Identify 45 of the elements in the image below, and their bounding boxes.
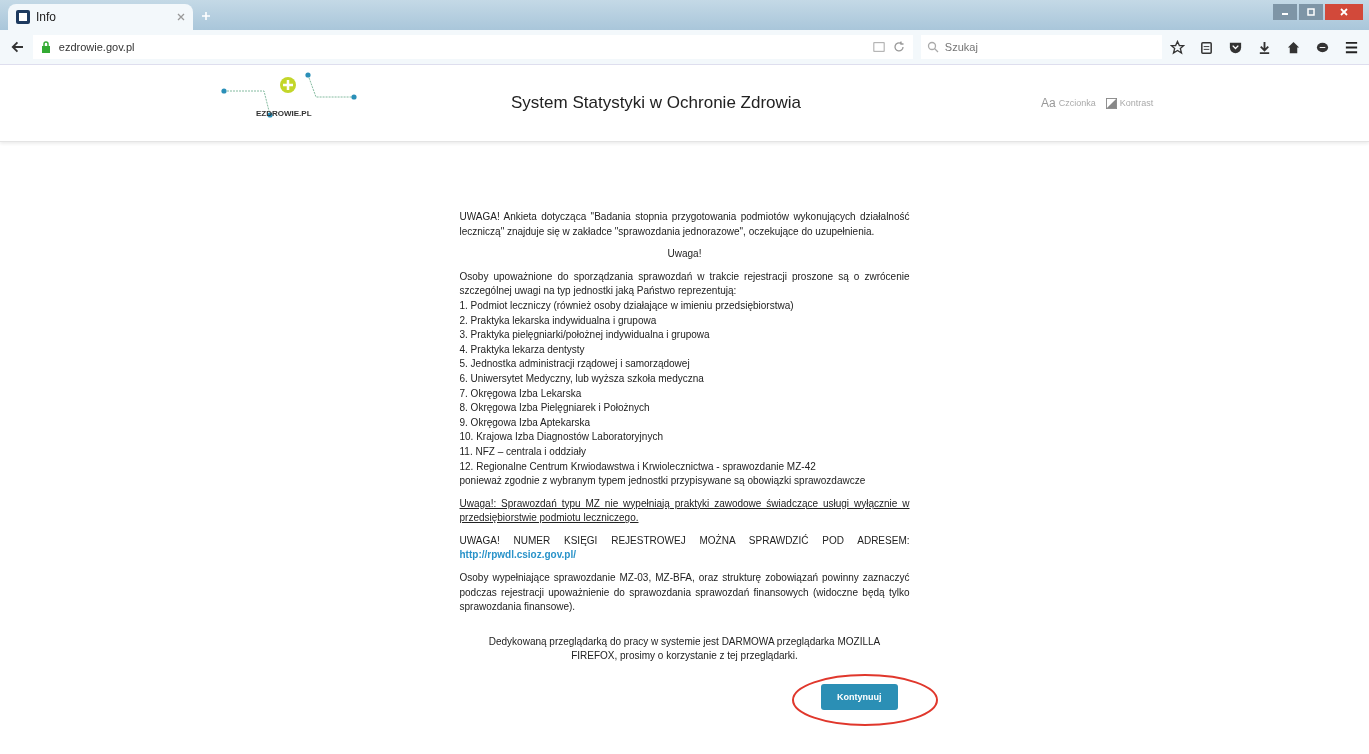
- mz-notice: Uwaga!: Sprawozdań typu MZ nie wypełniają praktyki zawodowe świadczące usługi wyłącznie w przedsiębiorstwie podmiotu leczniczego.: [459, 496, 910, 526]
- unit-type-item: 2. Praktyka lekarska indywidualna i grupowa: [459, 313, 658, 328]
- menu-icon[interactable]: [1344, 39, 1359, 55]
- register-link[interactable]: http://rpwdl.csioz.gov.pl/: [459, 549, 576, 561]
- instructions-text: Osoby upoważnione do sporządzania sprawozdań w trakcie rejestracji proszone są o zwrócenie szczególnej uwagi na typ jednostki jaką Państwo reprezentują:: [459, 269, 910, 299]
- back-arrow-icon[interactable]: [10, 39, 25, 55]
- font-size-link[interactable]: Aa Czcionka: [1041, 96, 1096, 110]
- search-icon: [926, 41, 939, 53]
- clipboard-icon[interactable]: [1199, 39, 1214, 55]
- minimize-icon[interactable]: [1273, 4, 1297, 20]
- instructions-text: ponieważ zgodnie z wybranym typem jednostki przypisywane są obowiązki sprawozdawcze: [459, 474, 867, 489]
- notice-heading: Uwaga!: [666, 247, 703, 262]
- unit-type-item: 3. Praktyka pielęgniarki/położnej indywidualna i grupowa: [459, 328, 711, 343]
- reload-icon[interactable]: [892, 41, 905, 53]
- unit-type-item: 1. Podmiot leczniczy (również osoby działające w imieniu przedsiębiorstwa): [459, 298, 795, 313]
- unit-type-item: 4. Praktyka lekarza dentysty: [459, 342, 586, 357]
- url-field[interactable]: ezdrowie.gov.pl: [32, 35, 913, 59]
- close-window-icon[interactable]: [1325, 4, 1363, 20]
- search-field[interactable]: Szukaj: [920, 35, 1162, 59]
- close-icon[interactable]: [177, 13, 185, 21]
- survey-notice: UWAGA! Ankieta dotycząca "Badania stopnia przygotowania podmiotów wykonujących działalność leczniczą" znajduje się w zakładce "sprawozdania jednorazowe", oczekujące do uzupełnienia.: [459, 210, 910, 239]
- star-icon[interactable]: [1170, 39, 1185, 55]
- unit-type-item: 10. Krajowa Izba Diagnostów Laboratoryjnych: [459, 430, 664, 445]
- unit-type-item: 11. NFZ – centrala i oddziały: [459, 444, 588, 459]
- home-icon[interactable]: [1286, 39, 1301, 55]
- lock-icon: [40, 41, 51, 53]
- download-icon[interactable]: [1257, 39, 1272, 55]
- contrast-icon: [1105, 97, 1117, 109]
- browser-notice: Dedykowaną przeglądarką do pracy w systemie jest DARMOWA przeglądarka MOZILLA FIREFOX, prosimy o korzystanie z tej przeglądarki.: [487, 634, 882, 664]
- unit-type-item: 7. Okręgowa Izba Lekarska: [459, 386, 583, 401]
- register-notice: UWAGA! NUMER KSIĘGI REJESTROWEJ MOŻNA SPRAWDZIĆ POD ADRESEM: http://rpwdl.csioz.gov.pl/: [459, 533, 910, 563]
- contrast-link[interactable]: Kontrast: [1105, 96, 1154, 110]
- unit-type-item: 6. Uniwersytet Medyczny, lub wyższa szkoła medyczna: [459, 371, 705, 386]
- favicon-icon: [16, 10, 30, 24]
- tab-title: Info: [36, 10, 57, 24]
- unit-type-item: 8. Okręgowa Izba Pielęgniarek i Położnych: [459, 401, 651, 416]
- logo-text: EZDROWIE.PL: [256, 109, 312, 118]
- financial-notice: Osoby wypełniające sprawozdanie MZ-03, MZ-BFA, oraz strukturę zobowiązań powinny zaznaczyć podczas rejestracji upoważnienie do sprawozdania sprawozdań finansowych (widoczne będą tylko sprawozdania finansowe).: [459, 571, 910, 615]
- continue-button[interactable]: Kontynuuj: [821, 684, 898, 711]
- font-size-icon: Aa: [1041, 96, 1056, 110]
- unit-type-item: 12. Regionalne Centrum Krwiodawstwa i Krwiolecznictwa - sprawozdanie MZ-42: [459, 459, 817, 474]
- browser-tab[interactable]: Info: [8, 4, 193, 30]
- unit-type-item: 5. Jednostka administracji rządowej i samorządowej: [459, 357, 691, 372]
- site-title: System Statystyki w Ochronie Zdrowia: [511, 93, 802, 113]
- unit-type-item: 9. Okręgowa Izba Aptekarska: [459, 415, 592, 430]
